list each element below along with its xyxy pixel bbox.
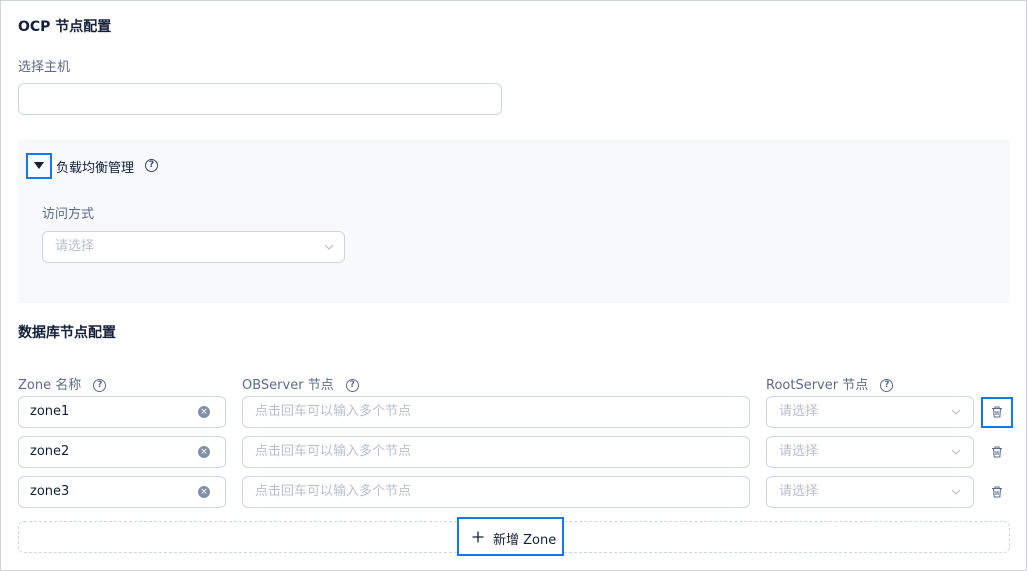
zone-name-value: zone3 [30,484,70,499]
chevron-down-icon [951,409,961,415]
chevron-down-icon [324,244,334,250]
observer-nodes-placeholder: 点击回车可以输入多个节点 [255,484,412,499]
rootserver-placeholder: 请选择 [779,484,819,499]
delete-zone-button[interactable] [981,477,1013,508]
trash-icon [992,406,1002,418]
observer-column-header: OBServer 节点 ? [242,374,359,393]
lb-title: 负载均衡管理 [56,161,135,176]
chevron-down-icon [951,449,961,455]
delete-zone-button[interactable] [981,397,1013,428]
zone-name-input[interactable]: zone1 × [18,396,226,428]
caret-down-icon [34,162,44,169]
observer-column-label: OBServer 节点 [242,378,334,393]
close-circle-icon[interactable]: × [198,406,210,418]
access-method-label: 访问方式 [42,207,95,222]
zone-name-input[interactable]: zone2 × [18,436,226,468]
zone-name-value: zone1 [30,404,70,419]
zone-column-header: Zone 名称 ? [18,374,107,393]
rootserver-select[interactable]: 请选择 [766,476,974,508]
add-zone-button[interactable]: 新增 Zone [457,517,564,556]
host-label: 选择主机 [18,60,71,75]
zone-name-input[interactable]: zone3 × [18,476,226,508]
trash-icon [992,486,1002,498]
close-circle-icon[interactable]: × [198,486,210,498]
zone-column-label: Zone 名称 [18,378,82,393]
rootserver-placeholder: 请选择 [779,444,819,459]
rootserver-select[interactable]: 请选择 [766,396,974,428]
observer-nodes-input[interactable]: 点击回车可以输入多个节点 [242,396,750,428]
rootserver-column-label: RootServer 节点 [766,378,869,393]
question-circle-icon[interactable]: ? [93,379,107,392]
question-circle-icon[interactable]: ? [880,379,894,392]
access-method-select[interactable]: 请选择 [42,231,345,263]
trash-icon [992,446,1002,458]
chevron-down-icon [951,489,961,495]
ocp-section-title: OCP 节点配置 [18,19,112,35]
zone-name-value: zone2 [30,444,70,459]
access-method-placeholder: 请选择 [55,239,95,254]
close-circle-icon[interactable]: × [198,446,210,458]
host-select[interactable] [18,83,502,115]
collapse-toggle-button[interactable] [26,153,52,179]
observer-nodes-placeholder: 点击回车可以输入多个节点 [255,444,412,459]
delete-zone-button[interactable] [981,437,1013,468]
db-section-title: 数据库节点配置 [18,325,116,341]
load-balance-panel [18,139,1010,303]
plus-icon [472,531,484,543]
rootserver-placeholder: 请选择 [779,404,819,419]
rootserver-column-header: RootServer 节点 ? [766,374,894,393]
observer-nodes-placeholder: 点击回车可以输入多个节点 [255,404,412,419]
observer-nodes-input[interactable]: 点击回车可以输入多个节点 [242,436,750,468]
add-zone-label: 新增 Zone [493,533,557,548]
question-circle-icon[interactable]: ? [145,159,158,172]
observer-nodes-input[interactable]: 点击回车可以输入多个节点 [242,476,750,508]
question-circle-icon[interactable]: ? [345,379,359,392]
rootserver-select[interactable]: 请选择 [766,436,974,468]
